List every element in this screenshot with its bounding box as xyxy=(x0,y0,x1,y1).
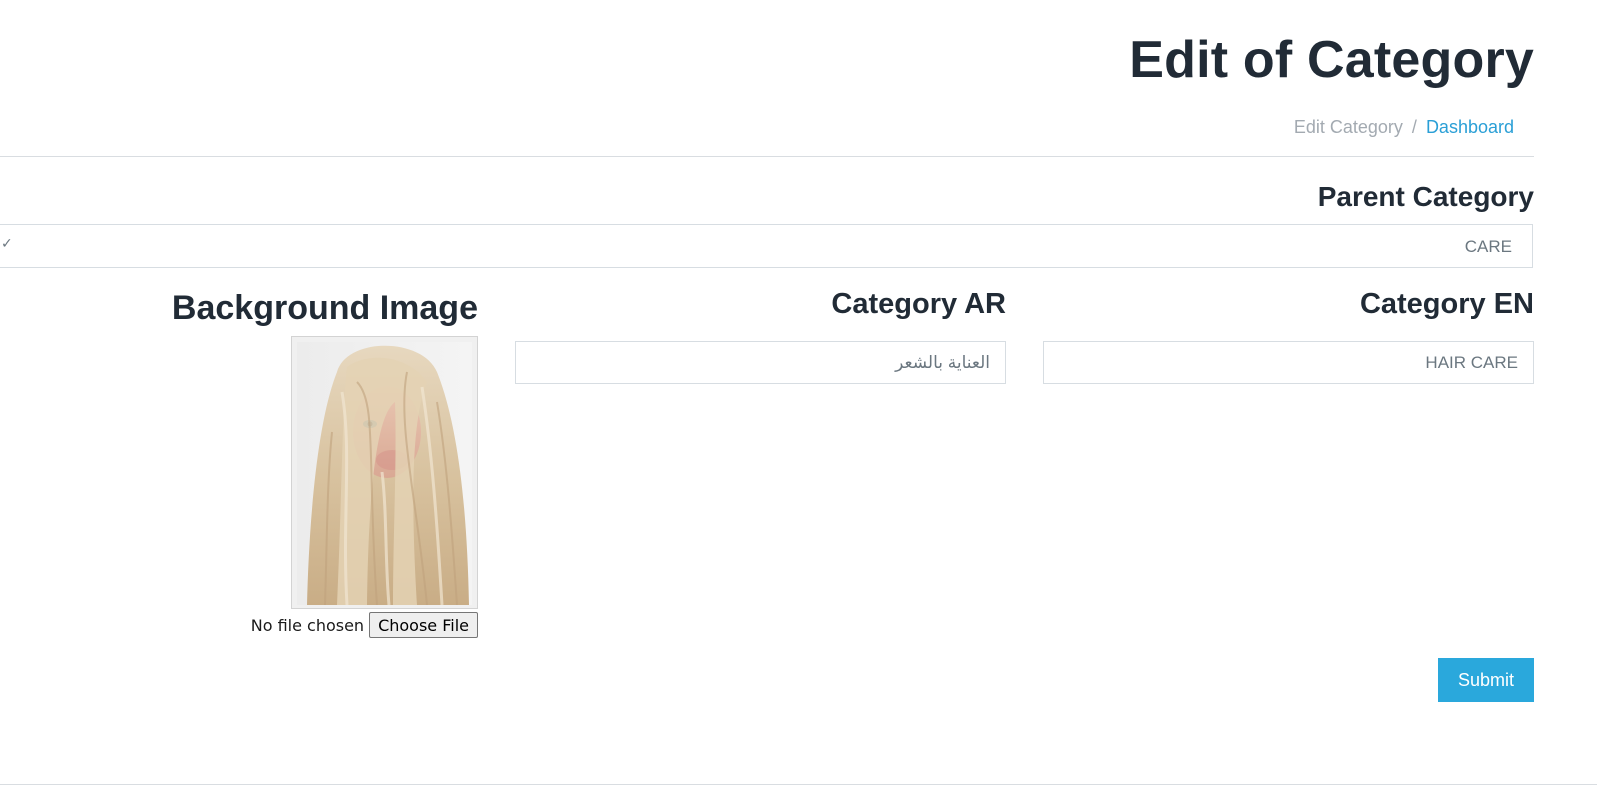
header-divider xyxy=(0,156,1534,157)
page-title: Edit of Category xyxy=(1129,31,1534,89)
breadcrumb-current: Edit Category xyxy=(1293,117,1403,137)
background-image-label: Background Image xyxy=(171,289,478,327)
file-input[interactable]: No file chosen Choose File xyxy=(251,612,478,638)
background-image-preview xyxy=(291,336,478,609)
parent-category-selected-value: CARE xyxy=(1464,237,1512,256)
file-status-text: No file chosen xyxy=(250,615,365,635)
category-en-input[interactable] xyxy=(1043,341,1534,384)
breadcrumb-separator: / xyxy=(1411,117,1417,137)
hair-photo-image xyxy=(297,342,472,605)
footer-divider xyxy=(0,784,1597,785)
parent-category-label: Parent Category xyxy=(1317,181,1534,212)
category-en-label: Category EN xyxy=(1359,288,1534,320)
submit-button[interactable]: Submit xyxy=(1438,658,1534,702)
parent-category-select[interactable]: ✓ CARE xyxy=(0,224,1533,268)
breadcrumb-dashboard-link[interactable]: Dashboard xyxy=(1426,117,1514,138)
chevron-down-icon: ✓ xyxy=(1,235,13,251)
category-ar-label: Category AR xyxy=(831,288,1006,320)
category-ar-input[interactable] xyxy=(515,341,1006,384)
choose-file-button[interactable]: Choose File xyxy=(369,612,478,638)
breadcrumb: Edit Category / Dashboard xyxy=(1294,117,1514,138)
